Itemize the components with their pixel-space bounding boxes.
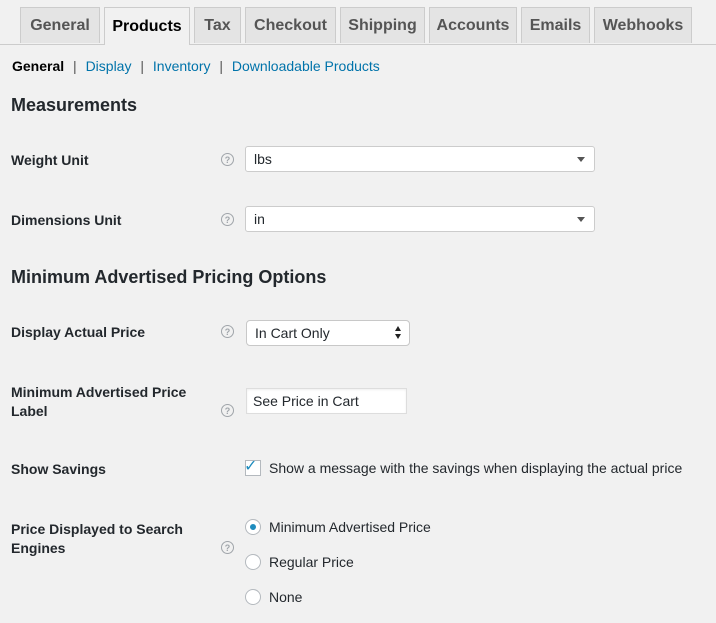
display-actual-price-label: Display Actual Price <box>11 324 146 340</box>
chevron-down-icon <box>577 157 585 162</box>
subnav-separator: | <box>140 58 144 74</box>
tab-general[interactable]: General <box>20 7 100 43</box>
tab-accounts[interactable]: Accounts <box>429 7 517 43</box>
map-label-input[interactable]: See Price in Cart <box>246 388 407 414</box>
help-icon[interactable]: ? <box>221 404 234 417</box>
tab-tax[interactable]: Tax <box>194 7 241 43</box>
select-arrows-icon <box>395 326 403 340</box>
tab-products[interactable]: Products <box>104 7 190 45</box>
settings-tabs: General Products Tax Checkout Shipping A… <box>0 0 716 45</box>
dimensions-unit-select[interactable]: in <box>245 206 595 232</box>
weight-unit-label: Weight Unit <box>11 152 89 168</box>
weight-unit-select[interactable]: lbs <box>245 146 595 172</box>
search-price-label-line1: Price Displayed to Search <box>11 521 183 537</box>
subnav-display-link[interactable]: Display <box>86 58 132 74</box>
display-actual-price-select[interactable]: In Cart Only <box>246 320 410 346</box>
tab-checkout[interactable]: Checkout <box>245 7 336 43</box>
map-label-label-line1: Minimum Advertised Price <box>11 384 187 400</box>
help-icon[interactable]: ? <box>221 325 234 338</box>
map-label-value: See Price in Cart <box>253 393 359 409</box>
search-price-label-line2: Engines <box>11 540 66 556</box>
radio-label-minimum-advertised-price[interactable]: Minimum Advertised Price <box>269 519 431 535</box>
checkmark-icon: ✓ <box>244 458 258 475</box>
radio-minimum-advertised-price[interactable] <box>245 519 261 535</box>
radio-label-none[interactable]: None <box>269 589 302 605</box>
map-label-label: Minimum Advertised Price Label <box>11 383 186 421</box>
tab-shipping[interactable]: Shipping <box>340 7 425 43</box>
subnav-inventory-link[interactable]: Inventory <box>153 58 211 74</box>
weight-unit-value: lbs <box>254 151 272 167</box>
subnav-general: General <box>12 58 65 74</box>
chevron-down-icon <box>577 217 585 222</box>
display-actual-price-value: In Cart Only <box>255 325 330 341</box>
help-icon[interactable]: ? <box>221 213 234 226</box>
tab-emails[interactable]: Emails <box>521 7 590 43</box>
dimensions-unit-label: Dimensions Unit <box>11 212 122 228</box>
radio-regular-price[interactable] <box>245 554 261 570</box>
help-icon[interactable]: ? <box>221 541 234 554</box>
radio-none[interactable] <box>245 589 261 605</box>
search-price-label: Price Displayed to Search Engines <box>11 520 183 558</box>
map-label-label-line2: Label <box>11 403 48 419</box>
radio-label-regular-price[interactable]: Regular Price <box>269 554 354 570</box>
subnav-downloadable-products-link[interactable]: Downloadable Products <box>232 58 380 74</box>
subnav-separator: | <box>73 58 77 74</box>
subnav-separator: | <box>219 58 224 74</box>
radio-selected-dot <box>250 524 256 530</box>
measurements-heading: Measurements <box>11 95 138 115</box>
show-savings-checkbox[interactable]: ✓ <box>244 458 261 476</box>
section-subnav: General | Display | Inventory | Download… <box>12 58 380 74</box>
help-icon[interactable]: ? <box>221 153 234 166</box>
map-options-heading: Minimum Advertised Pricing Options <box>11 267 327 287</box>
dimensions-unit-value: in <box>254 211 265 227</box>
show-savings-text: Show a message with the savings when dis… <box>269 460 683 476</box>
tab-webhooks[interactable]: Webhooks <box>594 7 692 43</box>
show-savings-label: Show Savings <box>11 461 106 477</box>
